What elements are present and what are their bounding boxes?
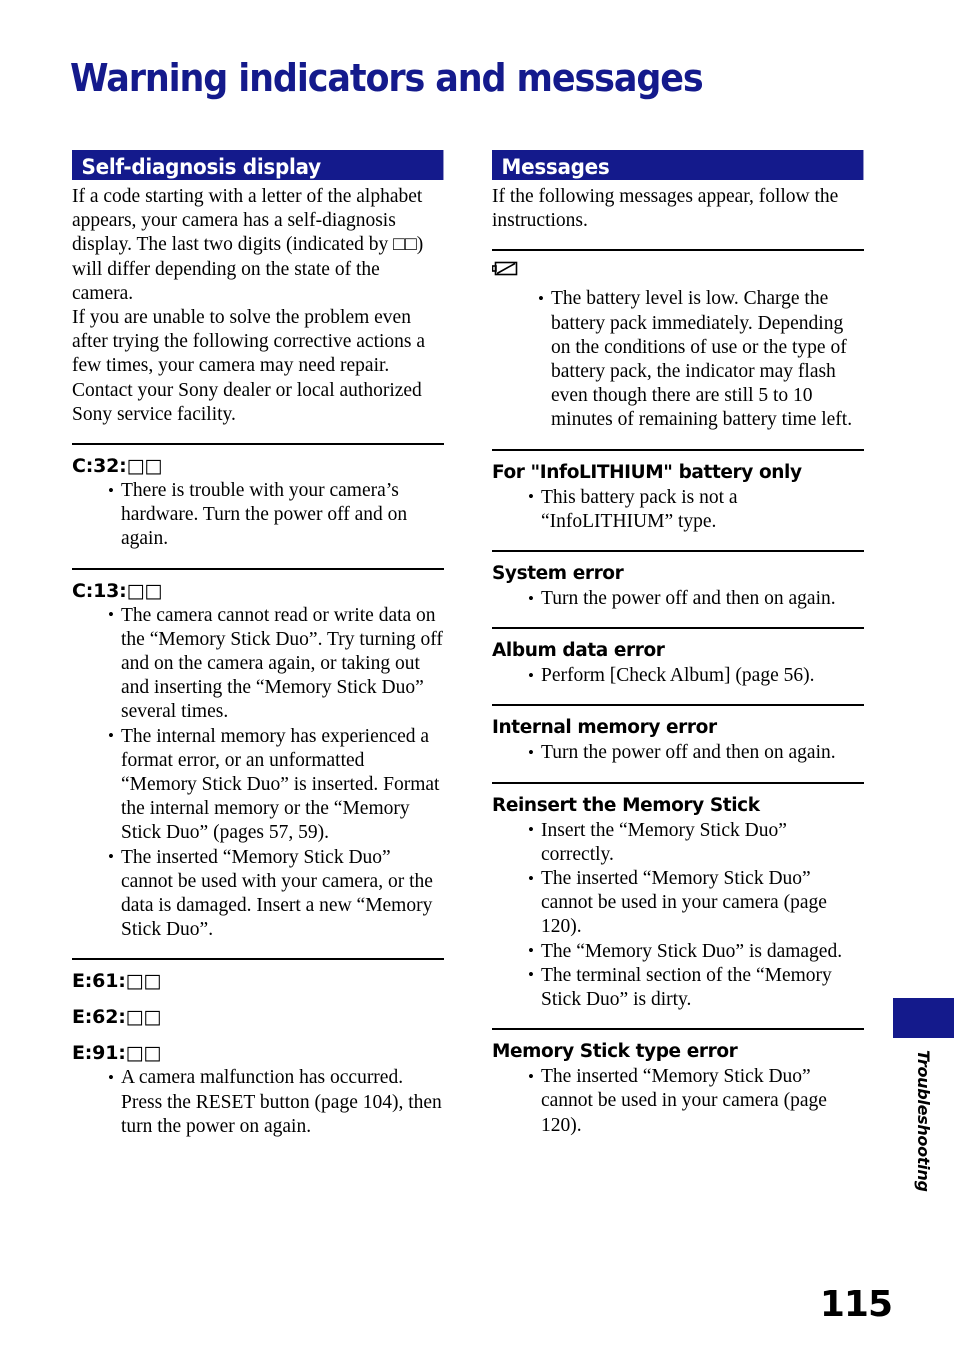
section-header-messages: Messages (492, 150, 864, 180)
bullet-list-e-codes: A camera malfunction has occurred. Press… (72, 1066, 444, 1139)
low-battery-icon-row (491, 261, 864, 285)
bullet-list-c13: The camera cannot read or write data on … (72, 603, 444, 943)
entry-heading-reinsert-memory-stick: Reinsert the Memory Stick (492, 794, 760, 816)
bullet-list-system-error: Turn the power off and then on again. (492, 587, 864, 611)
entry-e-codes: E:61:□□ E:62:□□ E:91:□□ A camera malfunc… (72, 958, 444, 1139)
entry-heading-infolithium: For "InfoLITHIUM" battery only (492, 461, 802, 483)
entry-internal-memory-error: Internal memory error Turn the power off… (492, 704, 864, 765)
list-item: The inserted “Memory Stick Duo” cannot b… (528, 867, 864, 940)
entry-heading-system-error: System error (492, 563, 624, 585)
two-column-body: Self-diagnosis display If a code startin… (72, 150, 864, 1139)
list-item: The internal memory has experienced a fo… (108, 724, 444, 846)
left-column: Self-diagnosis display If a code startin… (72, 150, 444, 1139)
low-battery-icon (491, 261, 518, 281)
list-item: The camera cannot read or write data on … (108, 603, 444, 725)
entry-system-error: System error Turn the power off and then… (492, 550, 864, 611)
list-item: Turn the power off and then on again. (528, 587, 864, 611)
page-title: Warning indicators and messages (70, 56, 704, 101)
entry-infolithium: For "InfoLITHIUM" battery only This batt… (492, 448, 864, 534)
list-item: The battery level is low. Charge the bat… (538, 287, 864, 432)
right-intro: If the following messages appear, follow… (492, 185, 864, 233)
entry-c32: C:32:□□ There is trouble with your camer… (72, 443, 444, 552)
entry-code-c32: C:32:□□ (72, 455, 163, 478)
entry-reinsert-memory-stick: Reinsert the Memory Stick Insert the “Me… (492, 781, 864, 1013)
entry-memory-stick-type-error: Memory Stick type error The inserted “Me… (492, 1028, 864, 1138)
page-number: 115 (819, 1284, 893, 1325)
left-intro: If a code starting with a letter of the … (72, 185, 444, 427)
bullet-list-memory-stick-type-error: The inserted “Memory Stick Duo” cannot b… (492, 1065, 864, 1138)
list-item: Turn the power off and then on again. (528, 741, 864, 765)
section-header-self-diagnosis: Self-diagnosis display (72, 150, 444, 180)
list-item: Perform [Check Album] (page 56). (528, 664, 864, 688)
entry-code-e62: E:62:□□ (72, 1006, 162, 1029)
list-item: A camera malfunction has occurred. Press… (108, 1066, 444, 1139)
entry-code-e61: E:61:□□ (72, 970, 162, 993)
entry-heading-album-data-error: Album data error (492, 640, 665, 662)
list-item: The inserted “Memory Stick Duo” cannot b… (108, 845, 444, 943)
entry-low-battery: The battery level is low. Charge the bat… (491, 249, 864, 432)
list-item: The “Memory Stick Duo” is damaged. (528, 939, 864, 964)
list-item: Insert the “Memory Stick Duo” correctly. (528, 818, 864, 867)
entry-album-data-error: Album data error Perform [Check Album] (… (492, 627, 864, 688)
right-column: Messages If the following messages appea… (491, 150, 864, 1139)
list-item: There is trouble with your camera’s hard… (108, 479, 444, 552)
entry-heading-memory-stick-type-error: Memory Stick type error (492, 1041, 738, 1063)
bullet-list-internal-memory-error: Turn the power off and then on again. (492, 741, 864, 765)
list-item: This battery pack is not a “InfoLITHIUM”… (528, 485, 864, 534)
entry-c13: C:13:□□ The camera cannot read or write … (72, 567, 444, 943)
list-item: The terminal section of the “Memory Stic… (528, 963, 864, 1012)
entry-code-e91: E:91:□□ (72, 1042, 162, 1065)
section-thumb-tab (893, 998, 954, 1038)
left-intro-paragraph-2: If you are unable to solve the problem e… (72, 307, 426, 425)
bullet-list-low-battery: The battery level is low. Charge the bat… (492, 287, 864, 432)
bullet-list-c32: There is trouble with your camera’s hard… (72, 479, 444, 552)
section-thumb-tab-label: Troubleshooting (914, 1050, 933, 1192)
bullet-list-album-data-error: Perform [Check Album] (page 56). (492, 664, 864, 688)
entry-code-c13: C:13:□□ (72, 579, 163, 602)
bullet-list-reinsert-memory-stick: Insert the “Memory Stick Duo” correctly.… (492, 818, 864, 1013)
left-intro-paragraph-1: If a code starting with a letter of the … (72, 186, 424, 304)
bullet-list-infolithium: This battery pack is not a “InfoLITHIUM”… (492, 485, 864, 534)
entry-heading-internal-memory-error: Internal memory error (492, 717, 717, 739)
document-page: Warning indicators and messages Self-dia… (0, 0, 954, 1357)
right-intro-paragraph-1: If the following messages appear, follow… (492, 186, 839, 232)
list-item: The inserted “Memory Stick Duo” cannot b… (528, 1065, 864, 1138)
